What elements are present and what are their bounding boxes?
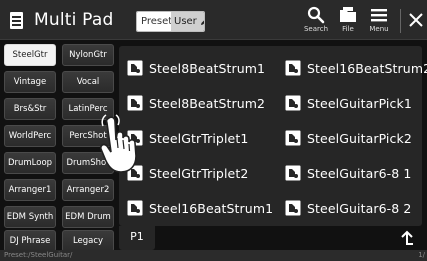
current-path: Preset:/SteelGuitar/ — [4, 251, 73, 259]
file-name: SteelGtrTriplet2 — [149, 165, 249, 181]
file-name: Steel16BeatStrum1 — [149, 200, 274, 216]
pad-file-icon — [285, 60, 301, 76]
category-drumshot[interactable]: DrumShot — [62, 152, 114, 174]
file-item[interactable]: SteelGuitar6-8 2 — [285, 195, 411, 221]
file-item[interactable]: Steel8BeatStrum1 — [127, 55, 265, 81]
pad-file-icon — [127, 165, 143, 181]
menu-icon — [371, 9, 387, 22]
pad-file-icon — [285, 95, 301, 111]
file-item[interactable]: SteelGtrTriplet2 — [127, 160, 248, 186]
file-item[interactable]: SteelGtrTriplet1 — [127, 125, 248, 151]
close-button[interactable] — [407, 9, 425, 31]
category-vintage[interactable]: Vintage — [4, 71, 56, 93]
file-name: SteelGuitarPick2 — [307, 130, 412, 146]
pad-file-icon — [127, 95, 143, 111]
category-percshot[interactable]: PercShot — [62, 125, 114, 147]
menu-label: Menu — [369, 25, 389, 33]
menu-button[interactable]: Menu — [364, 6, 394, 38]
category-legacy[interactable]: Legacy — [62, 230, 114, 252]
category-arranger2[interactable]: Arranger2 — [62, 179, 114, 201]
category-brs-str[interactable]: Brs&Str — [4, 98, 56, 120]
file-list: Steel8BeatStrum1 Steel16BeatStrum2 Steel… — [119, 46, 427, 226]
category-latinperc[interactable]: LatinPerc — [62, 98, 114, 120]
file-name: Steel16BeatStrum2 — [307, 60, 427, 76]
file-item[interactable]: SteelGuitarPick1 — [285, 90, 412, 116]
file-name: SteelGuitar6-8 2 — [307, 200, 412, 216]
up-arrow-icon — [401, 230, 413, 245]
file-name: Steel8BeatStrum1 — [149, 60, 266, 76]
file-item[interactable]: SteelGuitar6-8 1 — [285, 160, 411, 186]
category-arranger1[interactable]: Arranger1 — [4, 179, 56, 201]
preset-user-switch[interactable]: Preset User — [136, 11, 205, 32]
close-icon — [409, 13, 423, 27]
file-item[interactable]: Steel8BeatStrum2 — [127, 90, 265, 116]
pad-file-icon — [285, 165, 301, 181]
pad-file-icon — [285, 130, 301, 146]
toolbar-divider — [400, 9, 401, 33]
file-label: File — [342, 25, 354, 33]
file-name: SteelGuitarPick1 — [307, 95, 412, 111]
file-name: Steel8BeatStrum2 — [149, 95, 266, 111]
pad-file-icon — [127, 60, 143, 76]
search-icon — [307, 6, 325, 24]
file-button[interactable]: File — [333, 6, 363, 38]
file-item[interactable]: Steel16BeatStrum1 — [127, 195, 273, 221]
category-edm-drum[interactable]: EDM Drum — [62, 206, 114, 228]
pad-file-icon — [127, 130, 143, 146]
category-panel: SteelGtr NylonGtr Vintage Vocal Brs&Str … — [4, 44, 114, 252]
page-count: 1/ — [418, 251, 425, 259]
file-name: SteelGuitar6-8 1 — [307, 165, 412, 181]
file-item[interactable]: Steel16BeatStrum2 — [285, 55, 427, 81]
up-folder-button[interactable] — [399, 230, 415, 246]
main-panel: SteelGtr NylonGtr Vintage Vocal Brs&Str … — [0, 40, 427, 252]
file-name: SteelGtrTriplet1 — [149, 130, 249, 146]
category-edm-synth[interactable]: EDM Synth — [4, 206, 56, 228]
category-worldperc[interactable]: WorldPerc — [4, 125, 56, 147]
category-nylongtr[interactable]: NylonGtr — [62, 44, 114, 66]
list-footer: P1 — [119, 226, 422, 250]
status-bar: Preset:/SteelGuitar/ 1/ — [0, 250, 427, 261]
pad-file-icon — [285, 200, 301, 216]
search-button[interactable]: Search — [301, 6, 331, 38]
title-bar: Multi Pad Preset User Search File Menu — [0, 0, 427, 40]
preset-tab[interactable]: Preset — [137, 12, 172, 31]
multi-pad-icon — [9, 10, 25, 30]
search-label: Search — [303, 25, 329, 33]
user-tab[interactable]: User — [171, 12, 204, 31]
file-item[interactable]: SteelGuitarPick2 — [285, 125, 412, 151]
category-dj-phrase[interactable]: DJ Phrase — [4, 230, 56, 252]
category-steelgtr[interactable]: SteelGtr — [4, 44, 56, 66]
category-drumloop[interactable]: DrumLoop — [4, 152, 56, 174]
category-vocal[interactable]: Vocal — [62, 71, 114, 93]
page-title: Multi Pad — [34, 10, 114, 30]
pencil-icon — [200, 20, 204, 25]
page-tab-p1[interactable]: P1 — [119, 226, 155, 250]
pad-file-icon — [127, 200, 143, 216]
folder-icon — [340, 7, 356, 22]
user-tab-label: User — [174, 16, 197, 27]
